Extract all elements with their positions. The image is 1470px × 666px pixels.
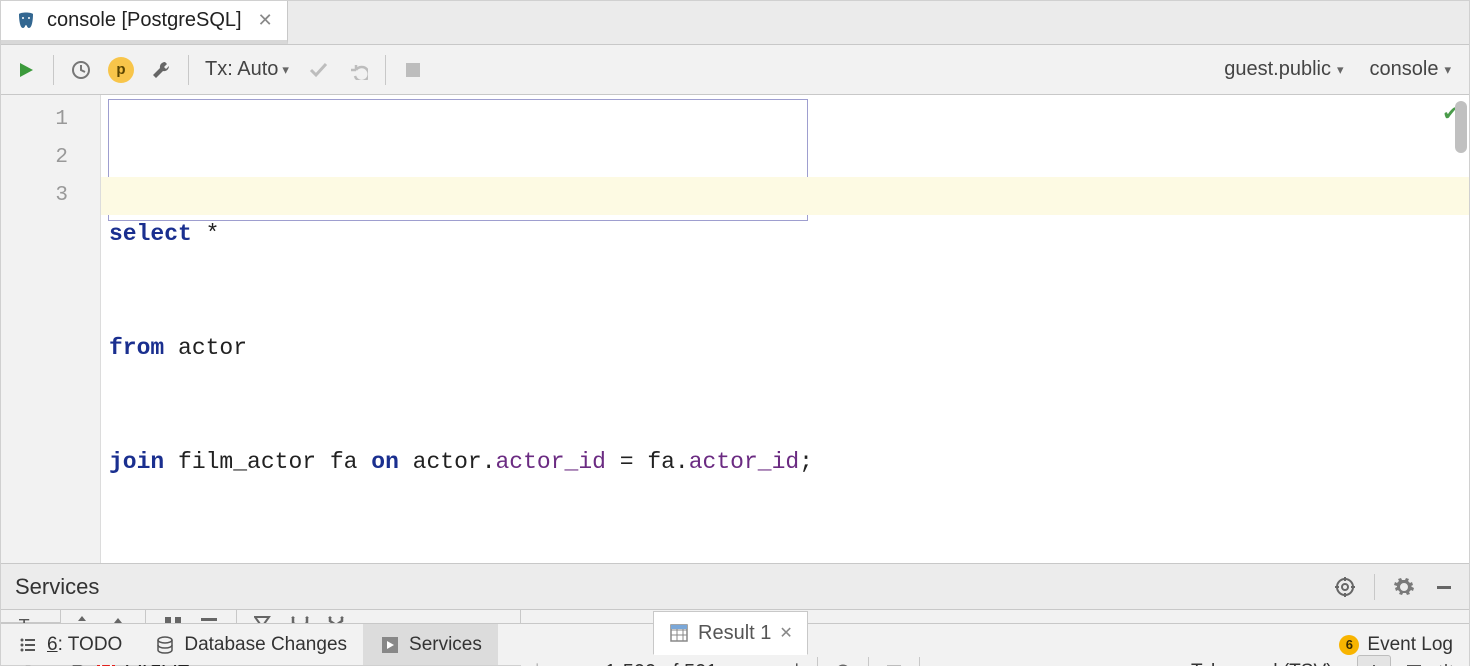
- status-todo-label: : TODO: [58, 634, 123, 655]
- gear-icon[interactable]: ▾: [1437, 661, 1459, 666]
- status-db-changes[interactable]: Database Changes: [138, 624, 363, 665]
- notification-badge: 6: [1339, 635, 1359, 655]
- services-body: TX▾ » ▶ Oracle ▶ MySQL ▶: [1, 610, 1469, 623]
- status-services-label: Services: [409, 634, 482, 656]
- schema-dropdown[interactable]: guest.public ▾: [1214, 58, 1353, 81]
- export-button[interactable]: [1357, 655, 1391, 666]
- file-tab-label: console [PostgreSQL]: [47, 9, 242, 32]
- scrollbar[interactable]: [1455, 101, 1467, 153]
- commit-button[interactable]: [301, 53, 335, 87]
- console-dropdown[interactable]: console ▾: [1360, 58, 1461, 81]
- reload-icon[interactable]: [832, 661, 854, 666]
- status-todo[interactable]: 6: TODO: [1, 624, 138, 665]
- last-page-icon[interactable]: ▸∣: [781, 661, 803, 666]
- play-box-icon: [379, 634, 401, 656]
- editor-gutter: 1 2 3: [1, 95, 101, 563]
- chevron-down-icon: ▾: [1337, 62, 1344, 78]
- chevron-down-icon: ▾: [282, 62, 289, 78]
- export-format-dropdown[interactable]: Tab-se…d (TSV)▾: [1191, 661, 1345, 666]
- database-icon: [154, 634, 176, 656]
- pager-range: 1-500 of 501+: [599, 661, 735, 666]
- more-icon[interactable]: »: [934, 661, 945, 666]
- file-tab-console[interactable]: console [PostgreSQL] ✕: [1, 1, 288, 44]
- list-icon: [17, 634, 39, 656]
- table-icon: [668, 622, 690, 644]
- tx-mode-dropdown[interactable]: Tx: Auto▾: [199, 58, 295, 81]
- close-icon[interactable]: ✕: [779, 623, 792, 643]
- export-format-label: Tab-se…d (TSV): [1191, 661, 1332, 666]
- param-p-icon: p: [108, 57, 134, 83]
- status-todo-num: 6: [47, 634, 58, 655]
- services-panel-header: Services: [1, 564, 1469, 610]
- target-icon[interactable]: [1334, 576, 1356, 598]
- param-button[interactable]: p: [104, 53, 138, 87]
- import-icon[interactable]: [1403, 661, 1425, 666]
- services-left-toolbar: TX▾ »: [1, 610, 61, 622]
- minimize-icon[interactable]: [1433, 576, 1455, 598]
- status-event-log-label: Event Log: [1367, 634, 1453, 656]
- stop-icon[interactable]: [883, 661, 905, 666]
- status-db-changes-label: Database Changes: [184, 634, 347, 656]
- rollback-button[interactable]: [341, 53, 375, 87]
- next-page-icon[interactable]: ▸: [747, 661, 769, 666]
- console-label: console: [1370, 58, 1439, 81]
- history-button[interactable]: [64, 53, 98, 87]
- stop-button[interactable]: [396, 53, 430, 87]
- run-button[interactable]: [9, 53, 43, 87]
- result-pane: Output Result 1 ✕ ∣◂ ◂ 1-500 of 501+ ▸ ▸…: [521, 610, 1469, 622]
- chevron-down-icon: ▾: [1444, 62, 1451, 78]
- first-page-icon[interactable]: ∣◂: [531, 661, 553, 666]
- editor-content[interactable]: select * from actor join film_actor fa o…: [101, 95, 1469, 563]
- file-tab-strip: console [PostgreSQL] ✕: [1, 1, 1469, 45]
- gear-icon[interactable]: [1393, 576, 1415, 598]
- wrench-button[interactable]: [144, 53, 178, 87]
- close-icon[interactable]: ✕: [258, 10, 273, 31]
- tx-label-text: Tx: Auto: [205, 58, 278, 81]
- result-toolbar: ∣◂ ◂ 1-500 of 501+ ▸ ▸∣ » Tab-se…d (TSV)…: [521, 655, 1469, 666]
- status-services[interactable]: Services: [363, 624, 498, 665]
- schema-label: guest.public: [1224, 58, 1331, 81]
- prev-page-icon[interactable]: ◂: [565, 661, 587, 666]
- services-tree-pane: ▶ Oracle ▶ MySQL ▶ Cassandra ▼ PostgreSQ…: [61, 610, 521, 622]
- sql-editor[interactable]: 1 2 3 select * from actor join film_acto…: [1, 95, 1469, 564]
- editor-toolbar: p Tx: Auto▾ guest.public▾ console▾: [1, 45, 1469, 95]
- postgres-icon: [15, 10, 37, 32]
- services-title: Services: [15, 574, 99, 600]
- tab-result-1[interactable]: Result 1 ✕: [653, 611, 808, 655]
- tab-result-label: Result 1: [698, 622, 771, 645]
